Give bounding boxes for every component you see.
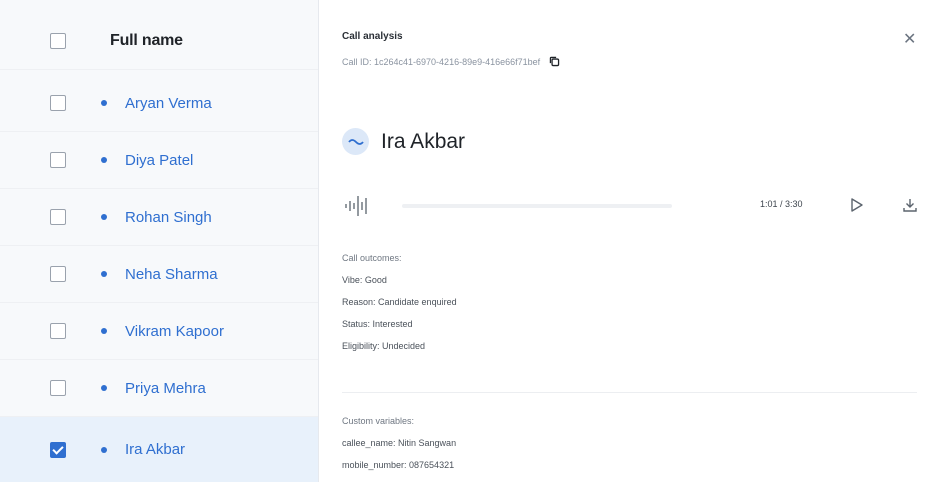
contact-name[interactable]: Neha Sharma (125, 266, 218, 283)
call-id-row: Call ID: 1c264c41-6970-4216-89e9-416e66f… (342, 55, 561, 68)
call-id: Call ID: 1c264c41-6970-4216-89e9-416e66f… (342, 56, 541, 67)
contact-name[interactable]: Diya Patel (125, 152, 193, 169)
close-icon[interactable]: ✕ (903, 32, 916, 48)
call-analysis-panel: Call analysis Call ID: 1c264c41-6970-421… (319, 0, 932, 482)
status-dot-icon (101, 385, 107, 391)
custom-variables-section: Custom variables: callee_name: Nitin San… (342, 410, 456, 476)
table-row[interactable]: Rohan Singh (0, 189, 318, 246)
section-divider (342, 392, 917, 393)
outcome-vibe: Vibe: Good (342, 275, 387, 285)
playback-time: 1:01 / 3:30 (760, 199, 803, 209)
table-row[interactable]: Neha Sharma (0, 246, 318, 303)
caller-header: Ira Akbar (342, 128, 465, 155)
play-icon[interactable] (850, 197, 864, 213)
contact-name[interactable]: Ira Akbar (125, 441, 185, 458)
audio-progress-track[interactable] (402, 204, 672, 208)
waveform-icon (345, 196, 367, 216)
contact-name[interactable]: Aryan Verma (125, 95, 212, 112)
table-header: Full name (0, 13, 318, 70)
contact-name[interactable]: Rohan Singh (125, 209, 212, 226)
outcome-eligibility: Eligibility: Undecided (342, 341, 426, 351)
contact-name[interactable]: Priya Mehra (125, 380, 206, 397)
voice-wave-icon (342, 128, 369, 155)
contacts-table: Full name Aryan Verma Diya Patel Rohan S… (0, 0, 319, 482)
variable-callee-name: callee_name: Nitin Sangwan (342, 438, 457, 448)
panel-title: Call analysis (342, 31, 403, 42)
variable-mobile-number: mobile_number: 087654321 (342, 460, 455, 470)
call-outcomes-section: Call outcomes: Vibe: Good Reason: Candid… (342, 247, 457, 357)
row-checkbox-checked[interactable] (50, 441, 66, 458)
row-checkbox[interactable] (50, 152, 66, 168)
status-dot-icon (101, 157, 107, 163)
status-dot-icon (101, 100, 107, 106)
audio-player: 1:01 / 3:30 (342, 192, 917, 220)
outcome-reason: Reason: Candidate enquired (342, 297, 457, 307)
status-dot-icon (101, 214, 107, 220)
status-dot-icon (101, 446, 107, 453)
row-checkbox[interactable] (50, 209, 66, 225)
call-outcomes-heading: Call outcomes: (342, 253, 402, 263)
select-all-checkbox[interactable] (50, 33, 66, 49)
row-checkbox[interactable] (50, 266, 66, 282)
column-header-full-name[interactable]: Full name (110, 32, 183, 50)
row-checkbox[interactable] (50, 380, 66, 396)
app: Full name Aryan Verma Diya Patel Rohan S… (0, 0, 932, 482)
table-row[interactable]: Aryan Verma (0, 75, 318, 132)
download-icon[interactable] (902, 197, 918, 213)
status-dot-icon (101, 271, 107, 277)
table-row[interactable]: Diya Patel (0, 132, 318, 189)
status-dot-icon (101, 328, 107, 334)
custom-variables-heading: Custom variables: (342, 416, 415, 426)
table-row[interactable]: Vikram Kapoor (0, 303, 318, 360)
caller-name: Ira Akbar (381, 129, 466, 153)
contact-name[interactable]: Vikram Kapoor (125, 323, 224, 340)
outcome-status: Status: Interested (342, 319, 413, 329)
copy-icon[interactable] (548, 55, 561, 68)
table-row[interactable]: Priya Mehra (0, 360, 318, 417)
row-checkbox[interactable] (50, 323, 66, 339)
table-row-selected[interactable]: Ira Akbar (0, 417, 318, 482)
row-checkbox[interactable] (50, 95, 66, 111)
